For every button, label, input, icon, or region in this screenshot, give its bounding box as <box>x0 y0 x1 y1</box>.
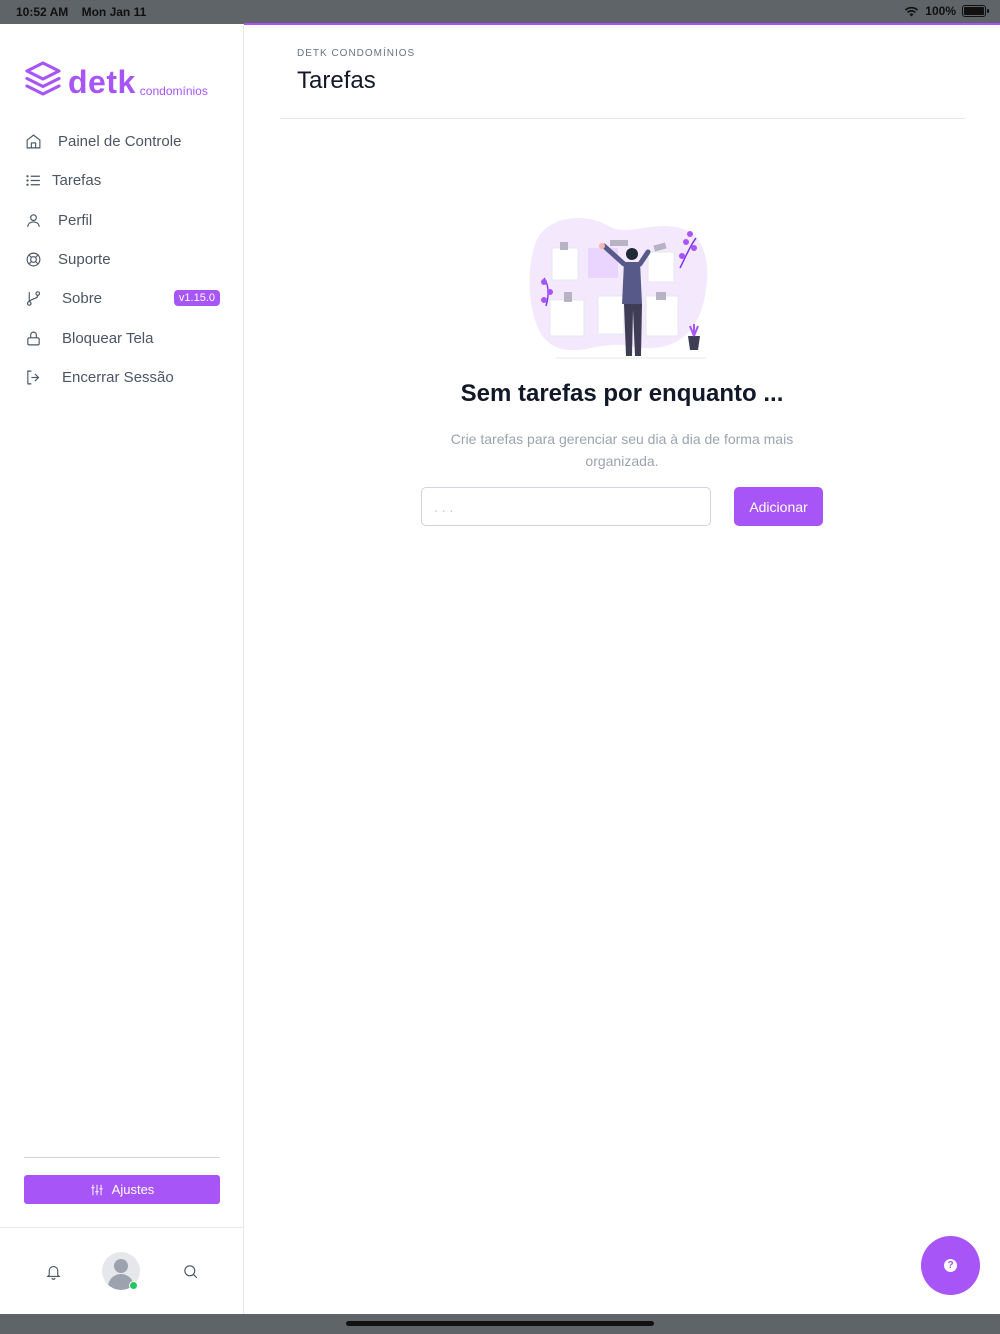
sidebar-item-label: Painel de Controle <box>58 133 182 151</box>
user-icon <box>24 211 42 229</box>
add-task-button[interactable]: Adicionar <box>734 487 823 526</box>
online-status-dot <box>129 1281 138 1290</box>
sidebar-item-label: Perfil <box>58 211 93 229</box>
battery-icon <box>962 5 989 17</box>
sidebar-item-label: Suporte <box>58 251 111 269</box>
accent-line <box>244 23 1000 25</box>
sidebar-item-painel[interactable]: Painel de Controle <box>0 122 244 161</box>
lock-icon <box>24 329 42 347</box>
version-badge: v1.15.0 <box>173 290 220 307</box>
sidebar-item-label: Bloquear Tela <box>62 329 154 347</box>
header-divider <box>280 118 965 119</box>
sidebar-footer <box>0 1227 243 1314</box>
sidebar-divider <box>24 1157 220 1158</box>
sidebar-item-tarefas[interactable]: Tarefas <box>0 161 244 200</box>
sidebar-item-label: Tarefas <box>52 172 102 190</box>
empty-tasks-illustration <box>529 218 708 359</box>
status-time: 10:52 AM <box>16 5 69 19</box>
settings-button[interactable]: Ajustes <box>24 1175 220 1204</box>
logout-icon <box>24 368 42 386</box>
home-icon <box>24 133 42 151</box>
empty-state-description: Crie tarefas para gerenciar seu dia à di… <box>450 431 794 469</box>
lifebuoy-icon <box>24 251 42 269</box>
home-indicator-bar <box>0 1314 1000 1334</box>
sidebar-item-encerrar[interactable]: Encerrar Sessão <box>0 358 244 397</box>
sidebar-item-label: Encerrar Sessão <box>62 368 174 386</box>
status-date: Mon Jan 11 <box>81 5 147 19</box>
brand-logo[interactable]: detk condomínios <box>24 58 208 98</box>
settings-button-label: Ajustes <box>111 1182 155 1197</box>
bell-icon[interactable] <box>43 1261 63 1281</box>
status-bar: 10:52 AM Mon Jan 11 100% <box>0 0 1000 24</box>
sidebar-nav: Painel de Controle Tarefas Perfil Suport… <box>0 122 244 397</box>
sidebar-item-suporte[interactable]: Suporte <box>0 240 244 279</box>
wifi-icon <box>905 6 919 16</box>
sidebar-item-label: Sobre <box>62 290 103 308</box>
page-title: Tarefas <box>297 67 376 94</box>
task-input[interactable] <box>421 487 711 526</box>
battery-percent: 100% <box>925 4 956 18</box>
help-button[interactable]: ? <box>921 1236 980 1295</box>
git-branch-icon <box>24 290 42 308</box>
sidebar-item-perfil[interactable]: Perfil <box>0 201 244 240</box>
home-indicator[interactable] <box>346 1321 654 1326</box>
empty-state-title: Sem tarefas por enquanto ... <box>460 380 784 407</box>
search-icon[interactable] <box>180 1261 200 1281</box>
breadcrumb: DETK CONDOMÍNIOS <box>297 48 416 59</box>
sidebar-item-bloquear[interactable]: Bloquear Tela <box>0 318 244 357</box>
sidebar: detk condomínios Painel de Controle Tare… <box>0 24 244 1314</box>
question-icon: ? <box>944 1259 957 1272</box>
layers-logo-icon <box>25 61 61 96</box>
brand-subtitle: condomínios <box>139 84 208 98</box>
brand-name: detk <box>68 64 136 100</box>
sidebar-item-sobre[interactable]: Sobre v1.15.0 <box>0 279 244 318</box>
list-icon <box>24 172 42 190</box>
sliders-icon <box>90 1184 103 1195</box>
